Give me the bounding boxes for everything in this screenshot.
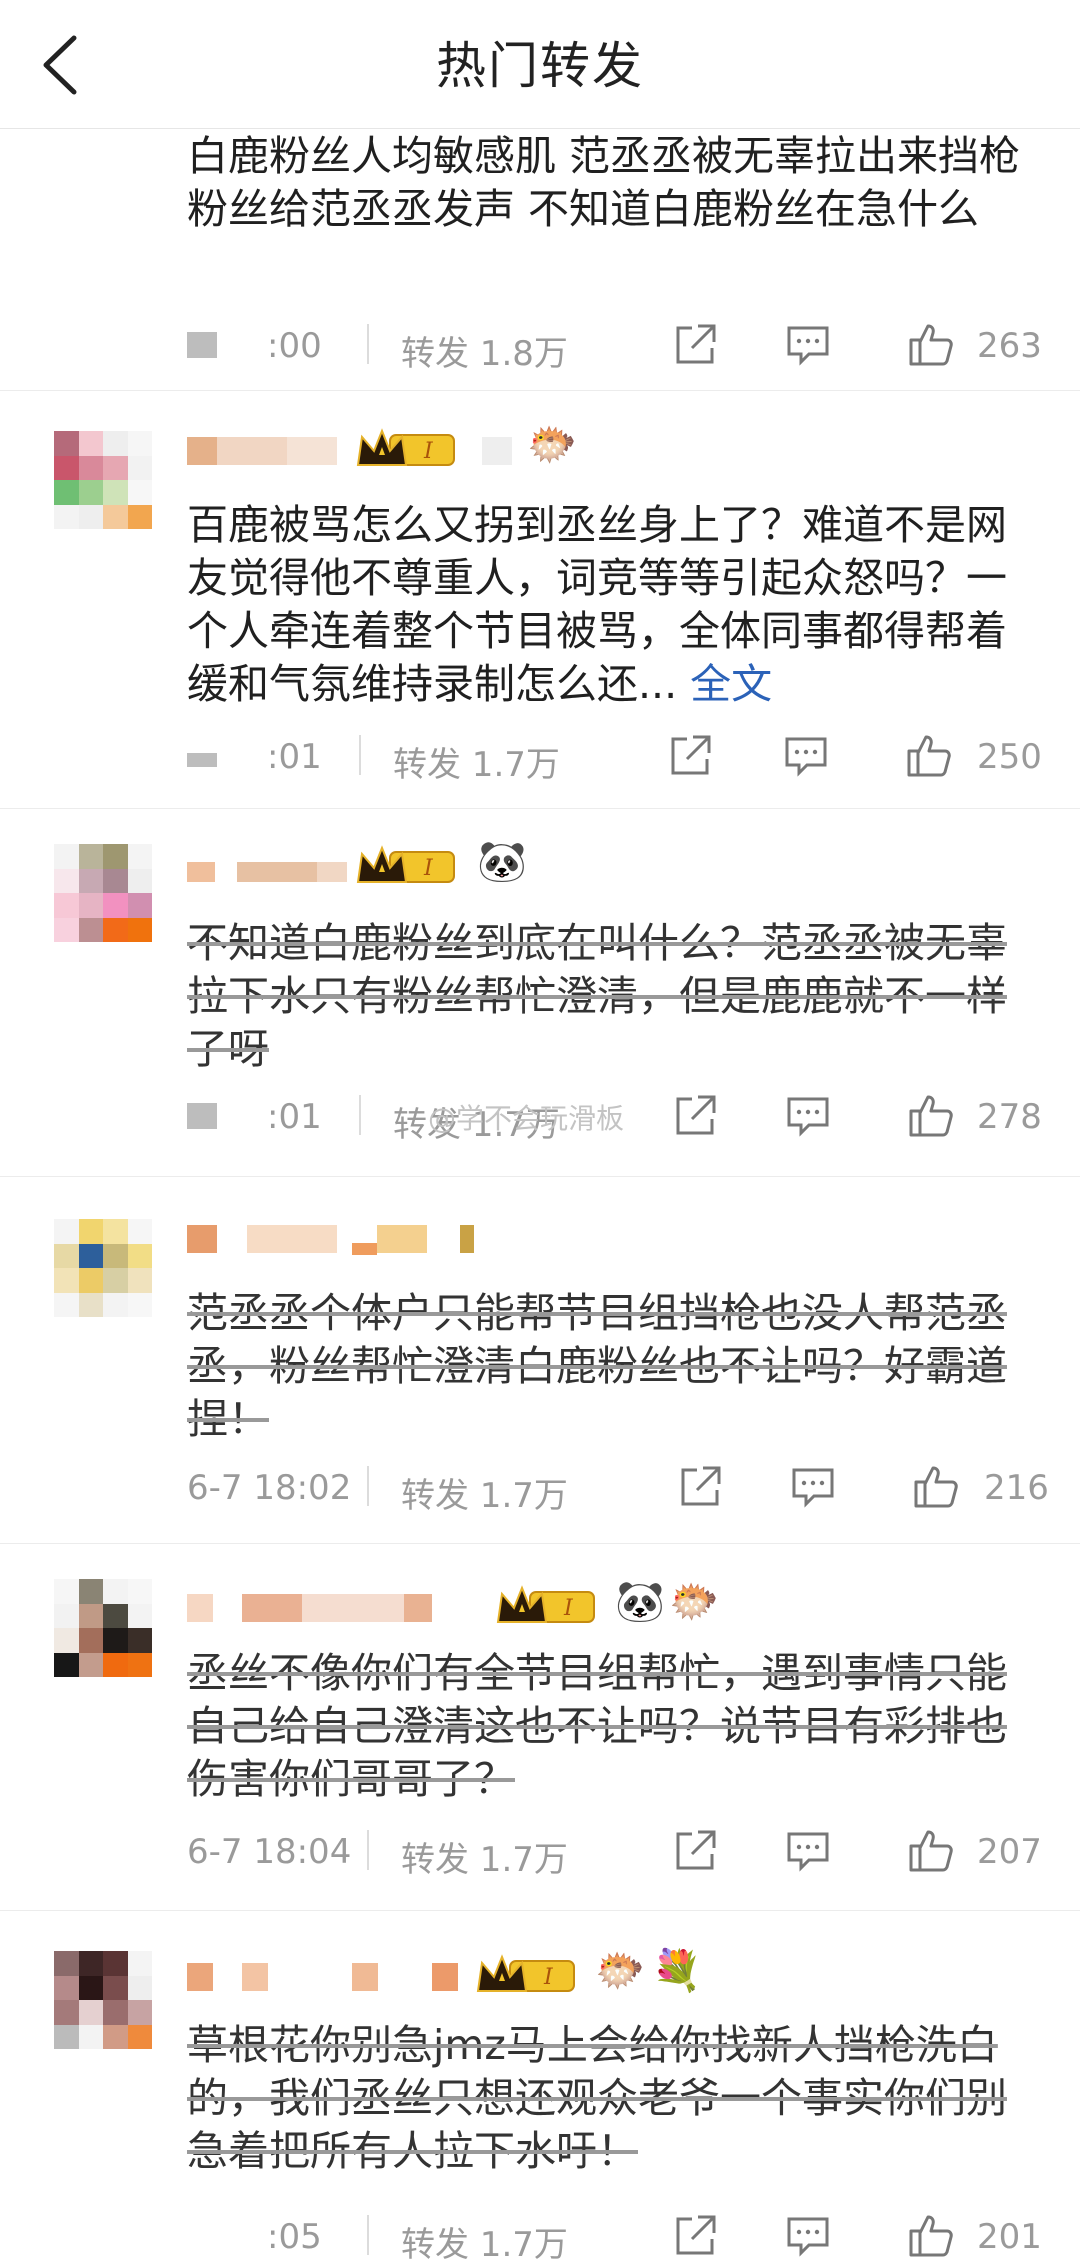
pufferfish-icon: 🐡 <box>595 1948 645 1994</box>
divider <box>359 735 361 775</box>
like-count: 263 <box>977 326 1042 366</box>
like-count: 278 <box>977 1097 1042 1137</box>
like-icon[interactable] <box>907 1826 955 1874</box>
share-icon[interactable] <box>677 1464 723 1510</box>
post-text: 范丞丞个体户只能帮节目组挡枪也没人帮范丞丞，粉丝帮忙澄清白鹿粉丝也不让吗？好霸道… <box>187 1289 1007 1443</box>
repost-count: 转发 1.7万 <box>401 2225 568 2265</box>
share-icon[interactable] <box>672 2213 718 2259</box>
comment-icon[interactable] <box>783 733 829 779</box>
avatar[interactable] <box>54 1219 152 1317</box>
post-time: 6-7 18:04 <box>187 1832 352 1872</box>
post-text: 白鹿粉丝人均敏感肌 范丞丞被无辜拉出来挡枪 粉丝给范丞丞发声 不知道白鹿粉丝在急… <box>187 132 1021 233</box>
post-time: 6-7 18:02 <box>187 1468 352 1508</box>
like-icon[interactable] <box>907 2211 955 2259</box>
post-meta: :01 转发 1.7万 250 <box>187 729 1047 785</box>
list-item[interactable]: 白鹿粉丝人均敏感肌 范丞丞被无辜拉出来挡枪 粉丝给范丞丞发声 不知道白鹿粉丝在急… <box>0 98 1080 391</box>
post-time: :00 <box>267 326 322 366</box>
like-count: 216 <box>984 1468 1049 1508</box>
pufferfish-icon: 🐡 <box>527 422 577 468</box>
panda-icon: 🐼 <box>477 839 527 885</box>
time-mask <box>187 332 217 358</box>
comment-icon[interactable] <box>785 2213 831 2259</box>
top-bar: 热门转发 <box>0 0 1080 129</box>
comment-icon[interactable] <box>785 322 831 368</box>
divider <box>367 324 369 364</box>
time-mask <box>187 753 217 767</box>
like-count: 207 <box>977 1832 1042 1872</box>
post-text: 不知道白鹿粉丝到底在叫什么？范丞丞被无辜拉下水只有粉丝帮忙澄清，但是鹿鹿就不一样… <box>187 919 1007 1073</box>
share-icon[interactable] <box>667 733 713 779</box>
share-icon[interactable] <box>672 322 718 368</box>
full-text-link[interactable]: 全文 <box>690 660 772 708</box>
time-mask <box>187 1103 217 1129</box>
share-icon[interactable] <box>672 1093 718 1139</box>
post-time: :05 <box>267 2217 322 2257</box>
pufferfish-icon: 🐡 <box>669 1579 719 1625</box>
like-icon[interactable] <box>907 1091 955 1139</box>
divider <box>367 2215 369 2255</box>
panda-icon: 🐼 <box>615 1579 665 1625</box>
post-meta: :00 转发 1.8万 263 <box>187 318 1047 374</box>
post-text: 百鹿被骂怎么又拐到丞丝身上了？难道不是网友觉得他不尊重人，词竞等等引起众怒吗？一… <box>187 501 1007 708</box>
like-icon[interactable] <box>912 1462 960 1510</box>
list-item[interactable]: I 🐼 🐡 丞丝不像你们有全节目组帮忙，遇到事情只能自己给自己澄清这也不让吗？说… <box>0 1544 1080 1911</box>
comment-icon[interactable] <box>785 1828 831 1874</box>
vip-crown-badge: I <box>476 1954 575 1992</box>
vip-crown-badge: I <box>496 1585 595 1623</box>
avatar[interactable] <box>54 431 152 529</box>
post-meta: 6-7 18:02 转发 1.7万 216 <box>187 1460 1049 1516</box>
list-item[interactable]: I 🐡 百鹿被骂怎么又拐到丞丝身上了？难道不是网友觉得他不尊重人，词竞等等引起众… <box>0 391 1080 809</box>
repost-feed: 白鹿粉丝人均敏感肌 范丞丞被无辜拉出来挡枪 粉丝给范丞丞发声 不知道白鹿粉丝在急… <box>0 98 1080 2265</box>
svg-text:I: I <box>543 1965 554 1990</box>
post-time: :01 <box>267 737 322 777</box>
divider <box>367 1830 369 1870</box>
divider <box>367 1466 369 1506</box>
comment-icon[interactable] <box>785 1093 831 1139</box>
like-icon[interactable] <box>907 320 955 368</box>
share-icon[interactable] <box>672 1828 718 1874</box>
list-item[interactable]: 范丞丞个体户只能帮节目组挡枪也没人帮范丞丞，粉丝帮忙澄清白鹿粉丝也不让吗？好霸道… <box>0 1177 1080 1544</box>
post-text: 草根花你别急jmz马上会给你找新人挡枪洗白的，我们丞丝只想还观众老爷一个事实你们… <box>187 2021 1007 2175</box>
vip-crown-badge: I <box>356 428 455 466</box>
divider <box>359 1095 361 1135</box>
svg-text:I: I <box>423 856 434 881</box>
post-meta: 6-7 18:04 转发 1.7万 207 <box>187 1824 1047 1880</box>
avatar[interactable] <box>54 1951 152 2049</box>
post-time: :01 <box>267 1097 322 1137</box>
like-count: 250 <box>977 737 1042 777</box>
svg-text:I: I <box>563 1596 574 1621</box>
comment-icon[interactable] <box>790 1464 836 1510</box>
vip-crown-badge: I <box>356 845 455 883</box>
list-item[interactable]: I 🐡 💐 草根花你别急jmz马上会给你找新人挡枪洗白的，我们丞丝只想还观众老爷… <box>0 1911 1080 2265</box>
page-title: 热门转发 <box>436 37 644 95</box>
post-meta: :05 转发 1.7万 201 <box>187 2209 1047 2265</box>
like-icon[interactable] <box>905 731 953 779</box>
post-text: 丞丝不像你们有全节目组帮忙，遇到事情只能自己给自己澄清这也不让吗？说节目有彩排也… <box>187 1649 1007 1803</box>
repost-count: 转发 1.7万 <box>393 745 560 785</box>
repost-count: 转发 1.8万 <box>401 334 568 374</box>
avatar[interactable] <box>54 1579 152 1677</box>
like-count: 201 <box>977 2217 1042 2257</box>
svg-text:I: I <box>423 439 434 464</box>
avatar[interactable] <box>54 844 152 942</box>
watermark: @学不会玩滑板 <box>428 1102 625 1135</box>
repost-count: 转发 1.7万 <box>401 1840 568 1880</box>
flower-bouquet-icon: 💐 <box>652 1948 702 1994</box>
repost-count: 转发 1.7万 <box>401 1476 568 1516</box>
